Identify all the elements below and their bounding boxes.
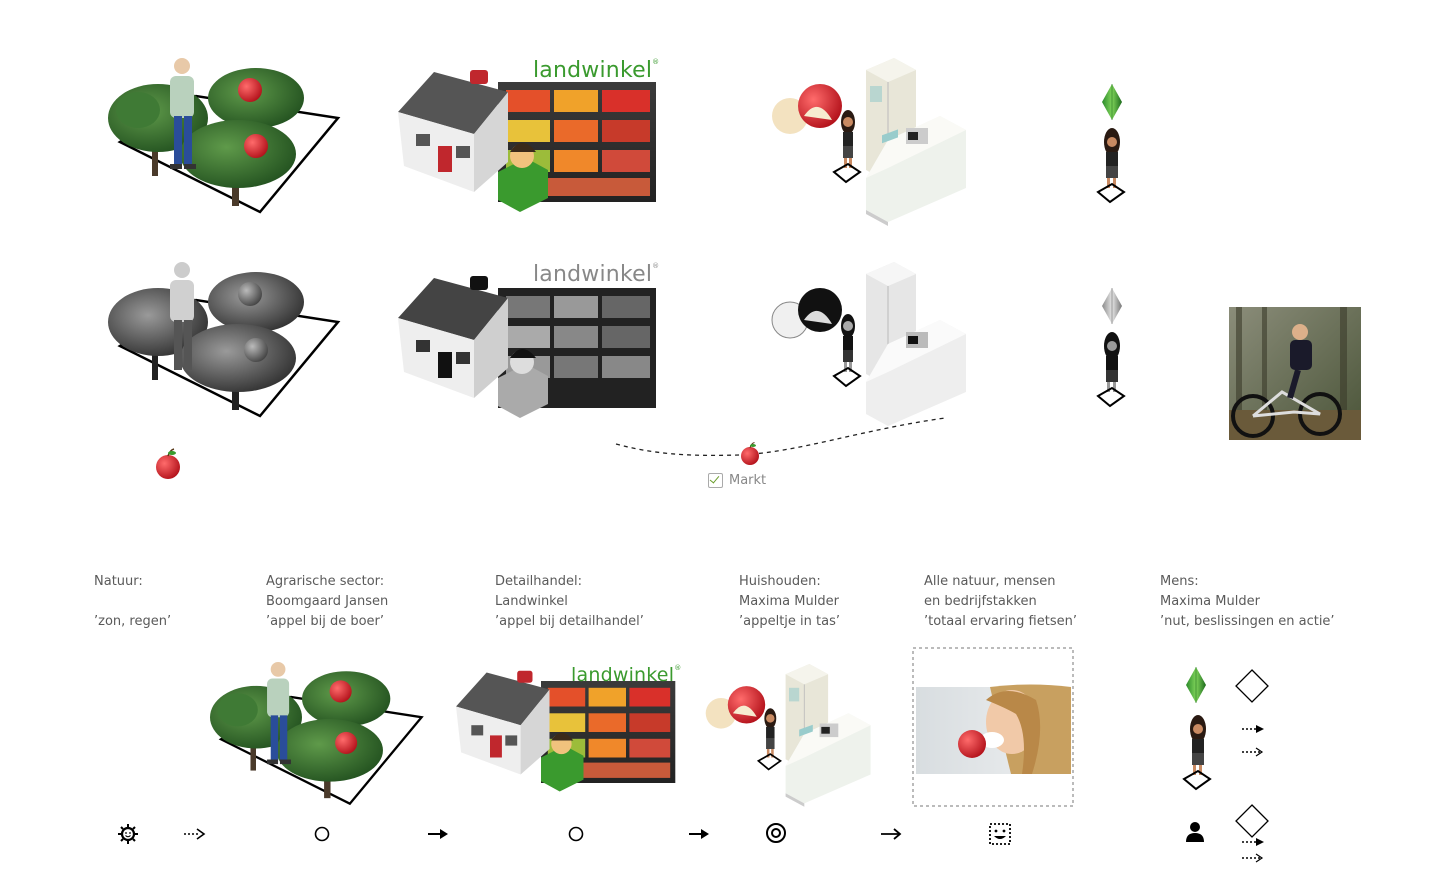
column-agrarisch: Agrarische sector: Boomgaard Jansen ’app… — [266, 572, 388, 632]
decision-diamond-icon — [1235, 669, 1269, 703]
apple-icon — [155, 448, 181, 480]
dotted-arrow-icon-2 — [1242, 838, 1264, 846]
thin-arrow-icon — [881, 828, 902, 840]
column-quote: ’appel bij detailhandel’ — [495, 614, 644, 629]
decision-diamond-icon-2 — [1235, 804, 1269, 838]
column-quote: ’appeltje in tas’ — [739, 614, 841, 629]
arrow-icon — [428, 829, 448, 839]
apple-eating-photo — [916, 684, 1071, 774]
person-icon — [1186, 822, 1204, 842]
column-alle-natuur: Alle natuur, mensen en bedrijfstakken ’t… — [924, 572, 1077, 632]
plumbob-icon-gray — [1101, 287, 1123, 325]
sim-character — [1097, 127, 1125, 203]
sim-character-gray — [1097, 331, 1125, 407]
household-illustration-small — [704, 663, 872, 808]
illustration-canvas — [106, 56, 1361, 863]
market-checkbox[interactable]: Markt — [708, 473, 766, 488]
orchard-illustration — [106, 56, 340, 214]
plumbob-icon-small — [1185, 666, 1207, 704]
column-quote: ’zon, regen’ — [94, 614, 172, 629]
dotted-arrow-icon-open — [1242, 747, 1264, 757]
column-heading: Agrarische sector: — [266, 574, 385, 589]
column-quote: ’totaal ervaring fietsen’ — [924, 614, 1077, 629]
column-subheading: Landwinkel — [495, 594, 568, 609]
landwinkel-logo-gray: landwinkel® — [533, 262, 660, 287]
orchard-illustration-small — [208, 660, 423, 805]
shop-illustration — [398, 70, 656, 212]
column-subheading: Maxima Mulder — [739, 594, 839, 609]
dotted-arrow-icon-flow — [184, 828, 206, 840]
column-mens: Mens: Maxima Mulder ’nut, beslissingen e… — [1160, 572, 1335, 632]
sim-character-small — [1183, 714, 1211, 790]
market-apple-icon — [740, 441, 760, 466]
market-label: Markt — [729, 473, 767, 488]
market-curve — [615, 417, 946, 457]
column-heading: Huishouden: — [739, 574, 821, 589]
smiley-box-icon — [989, 823, 1011, 845]
column-heading: Alle natuur, mensen — [924, 574, 1056, 589]
column-quote: ’appel bij de boer’ — [266, 614, 385, 629]
cyclist-photo — [1229, 307, 1361, 440]
shop-illustration-small — [456, 670, 676, 792]
sun-icon — [118, 824, 138, 844]
household-illustration — [771, 57, 967, 227]
column-natuur: Natuur: ’zon, regen’ — [94, 572, 171, 632]
column-subheading: en bedrijfstakken — [924, 594, 1037, 609]
landwinkel-logo-small: landwinkel® — [571, 664, 682, 686]
household-illustration-gray — [771, 261, 967, 427]
column-heading: Detailhandel: — [495, 574, 582, 589]
column-heading: Natuur: — [94, 574, 143, 589]
column-subheading: Boomgaard Jansen — [266, 594, 389, 609]
circle-icon-2 — [568, 826, 584, 842]
checkbox-icon[interactable] — [708, 473, 723, 488]
column-subheading: Maxima Mulder — [1160, 594, 1260, 609]
dotted-arrow-icon — [1242, 725, 1264, 733]
orchard-illustration-gray — [106, 260, 340, 418]
column-subheading — [94, 592, 171, 612]
landwinkel-logo: landwinkel® — [533, 58, 660, 83]
column-quote: ’nut, beslissingen en actie’ — [1160, 614, 1335, 629]
column-huishouden: Huishouden: Maxima Mulder ’appeltje in t… — [739, 572, 840, 632]
dotted-arrow-icon-open-2 — [1242, 853, 1264, 863]
column-detailhandel: Detailhandel: Landwinkel ’appel bij deta… — [495, 572, 644, 632]
shop-illustration-gray — [398, 276, 656, 418]
arrow-icon-2 — [689, 829, 709, 839]
target-circle-icon — [766, 823, 786, 843]
column-heading: Mens: — [1160, 574, 1199, 589]
plumbob-icon — [1101, 83, 1123, 121]
circle-icon — [314, 826, 330, 842]
